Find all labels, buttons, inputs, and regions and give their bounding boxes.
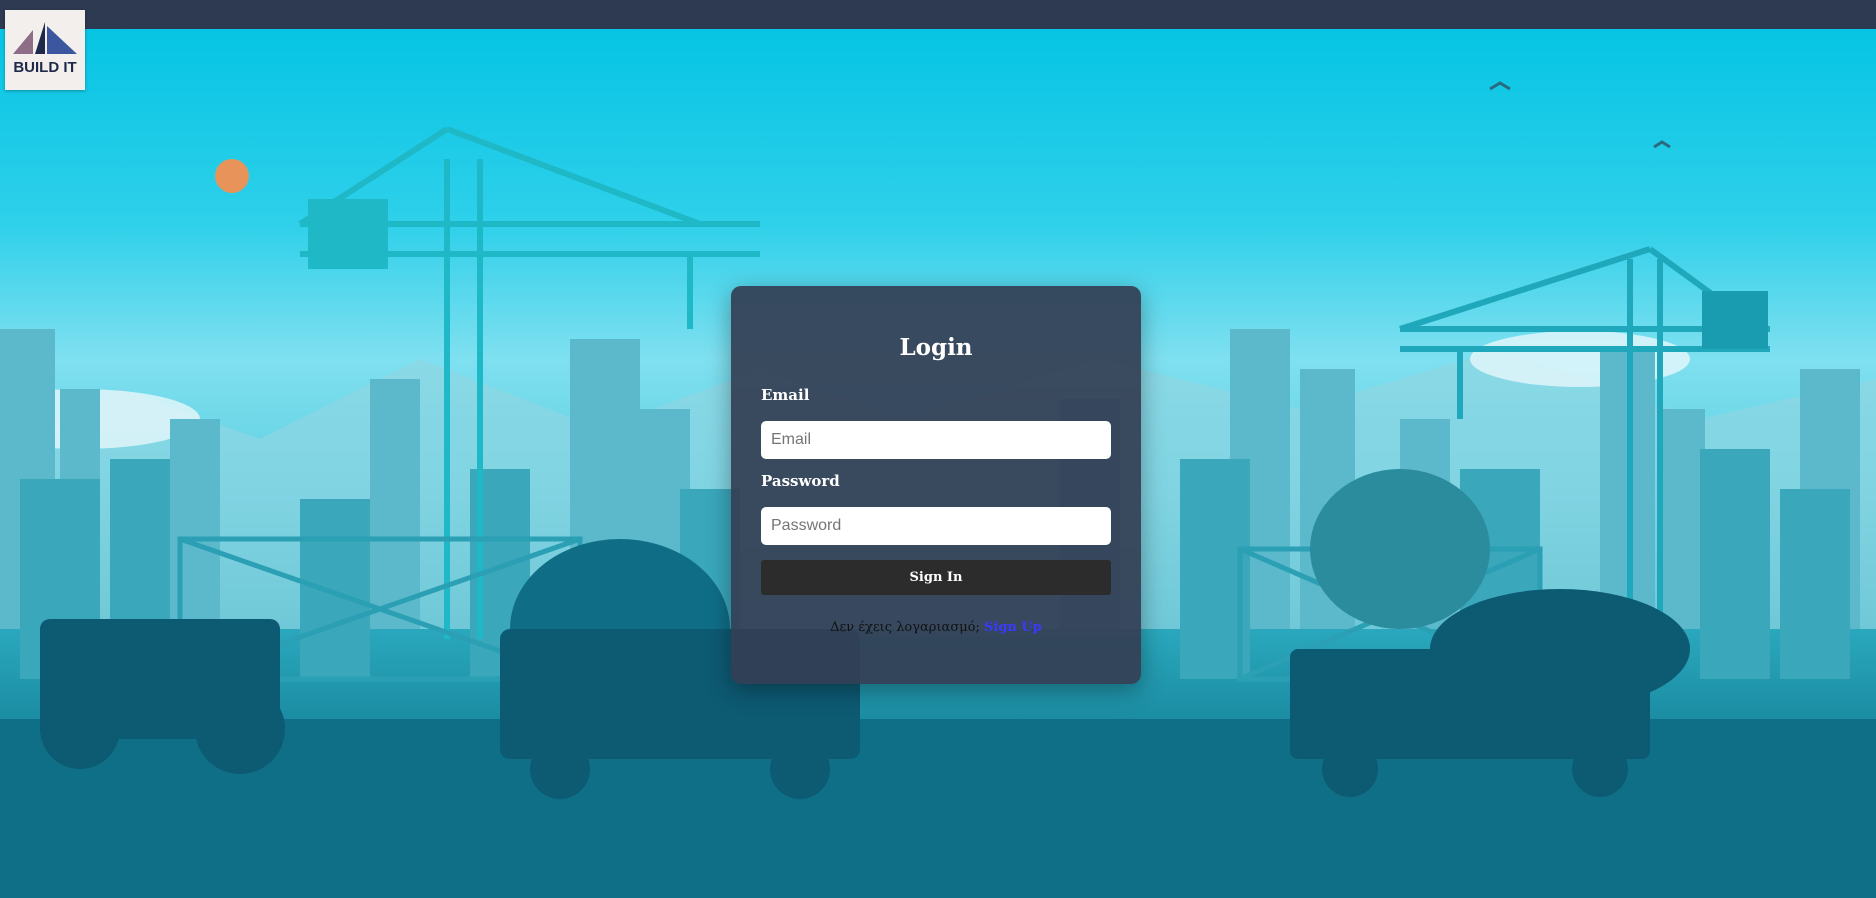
sign-up-link[interactable]: Sign Up [984,620,1042,635]
sun [215,159,249,193]
no-account-text: Δεν έχεις λογαριασμό; [830,620,980,635]
email-input[interactable] [761,421,1111,459]
logo-icon [13,22,77,54]
password-input[interactable] [761,507,1111,545]
logo-text: BUILD IT [13,59,77,76]
signup-prompt: Δεν έχεις λογαριασμό; Sign Up [731,620,1141,635]
login-title: Login [899,334,973,361]
password-label: Password [761,472,840,490]
sign-in-button[interactable]: Sign In [761,560,1111,595]
email-label: Email [761,386,810,404]
login-card: Login Email Password Sign In Δεν έχεις λ… [731,286,1141,684]
top-bar [0,0,1876,29]
build-it-logo[interactable] [5,10,85,90]
